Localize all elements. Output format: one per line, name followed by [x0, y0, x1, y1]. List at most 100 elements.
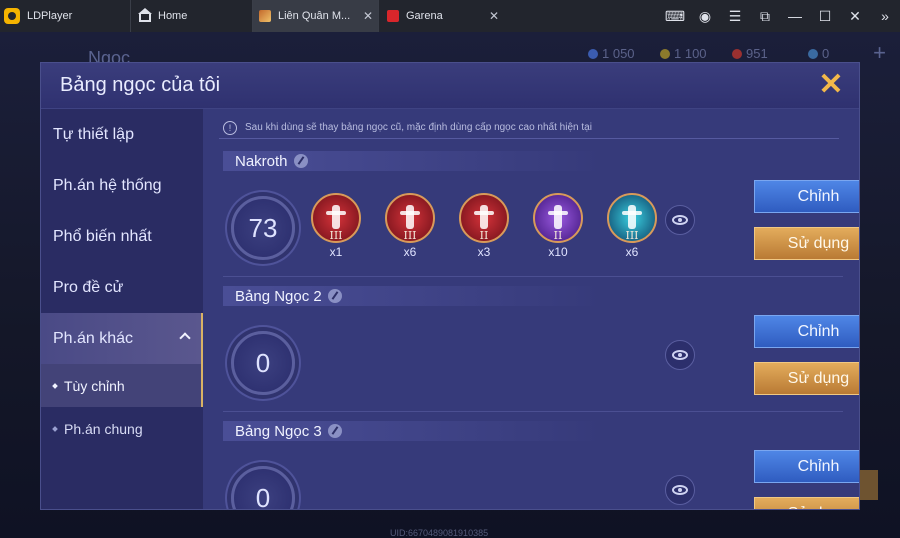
preview-eye-button[interactable] [665, 205, 695, 235]
sidebar-item-popular[interactable]: Phổ biến nhất [41, 211, 203, 262]
eye-icon [672, 215, 688, 225]
tab-label: Home [158, 10, 188, 22]
chevron-up-icon [179, 332, 191, 344]
close-tab-icon[interactable]: ✕ [484, 9, 504, 23]
brand: LDPlayer [0, 0, 130, 32]
rune-pages-content[interactable]: ! Sau khi dùng sẽ thay bảng ngọc cũ, mặc… [203, 109, 859, 510]
rune-count: x3 [477, 245, 491, 259]
resource-gold: 1 100 [660, 46, 707, 61]
purple-rune-icon: II [533, 193, 583, 243]
rename-pencil-icon[interactable] [327, 424, 342, 438]
preview-eye-button[interactable] [665, 340, 695, 370]
restore-icon[interactable]: ⧉ [750, 8, 780, 25]
red-rune-icon: II [459, 193, 509, 243]
resource-voucher: 0 [808, 46, 829, 61]
preview-eye-button[interactable] [665, 475, 695, 505]
edit-page-button[interactable]: Chỉnh [754, 450, 859, 483]
sidebar-item-label: Ph.án khác [53, 329, 134, 347]
rune-page-3: Bảng Ngọc 3 0 Chỉnh Sử dụng [223, 421, 859, 510]
use-page-button[interactable]: Sử dụng [754, 497, 859, 509]
rune-page-dialog: Bảng ngọc của tôi ✕ Tự thiết lập Ph.án h… [40, 62, 860, 510]
sidebar-item-label: Tự thiết lập [53, 125, 134, 143]
rune-tier: III [625, 229, 639, 242]
red-rune-icon: III [385, 193, 435, 243]
page-level: 0 [255, 347, 271, 378]
rune-tier: III [403, 229, 417, 242]
sidebar-subitem-label: Ph.án chung [64, 420, 143, 437]
gamepad-icon[interactable]: ⌨ [660, 8, 690, 25]
rune-slot[interactable]: III x1 [311, 193, 361, 259]
sidebar-item-label: Ph.án hệ thống [53, 176, 162, 194]
menu-icon[interactable]: ☰ [720, 8, 750, 25]
rune-slot[interactable]: II x3 [459, 193, 509, 259]
page-name: Nakroth [235, 152, 288, 170]
rune-tier: II [479, 229, 489, 242]
minimize-icon[interactable]: — [780, 8, 810, 24]
edit-page-button[interactable]: Chỉnh [754, 315, 859, 348]
sidebar-item-custom[interactable]: Tự thiết lập [41, 109, 203, 160]
sidebar-subitem-label: Tùy chỉnh [64, 377, 125, 394]
info-icon: ! [223, 120, 237, 135]
tab-label: Liên Quân M... [278, 10, 351, 22]
background-button [858, 470, 878, 500]
page-name: Bảng Ngọc 3 [235, 422, 322, 440]
dialog-title: Bảng ngọc của tôi [60, 74, 221, 96]
sidebar-subitem-general[interactable]: Ph.án chung [41, 407, 203, 450]
close-icon[interactable]: ✕ [840, 8, 870, 25]
window-controls: ⌨ ◉ ☰ ⧉ — ☐ ✕ » [660, 0, 900, 32]
uid-text: UID:6670489081910385 [390, 528, 489, 538]
sidebar-item-label: Pro đề cử [53, 278, 124, 296]
maximize-icon[interactable]: ☐ [810, 8, 840, 25]
rename-pencil-icon[interactable] [327, 289, 342, 303]
page-title-bar: Bảng Ngọc 2 [223, 286, 603, 306]
rune-tier: II [553, 229, 563, 242]
sidebar-subitem-custom[interactable]: Tùy chỉnh [41, 364, 203, 407]
red-rune-icon: III [311, 193, 361, 243]
bullet-icon [52, 382, 58, 389]
emulator-titlebar: LDPlayer Home Liên Quân M... ✕ Garena ✕ … [0, 0, 900, 32]
rune-count: x6 [403, 245, 417, 259]
user-icon[interactable]: ◉ [690, 8, 720, 25]
notice-bar: ! Sau khi dùng sẽ thay bảng ngọc cũ, mặc… [219, 117, 839, 139]
close-tab-icon[interactable]: ✕ [358, 9, 378, 23]
sidebar-item-system[interactable]: Ph.án hệ thống [41, 160, 203, 211]
tab-label: Garena [406, 10, 443, 22]
divider [223, 411, 843, 412]
edit-page-button[interactable]: Chỉnh [754, 180, 859, 213]
close-dialog-icon[interactable]: ✕ [817, 70, 845, 100]
page-level: 73 [248, 212, 278, 243]
rune-count: x10 [548, 245, 568, 259]
rune-slot[interactable]: III x6 [385, 193, 435, 259]
notice-text: Sau khi dùng sẽ thay bảng ngọc cũ, mặc đ… [245, 122, 592, 133]
add-icon[interactable]: + [873, 40, 886, 66]
tab-garena[interactable]: Garena ✕ [378, 0, 504, 32]
use-page-button[interactable]: Sử dụng [754, 362, 859, 395]
dialog-header: Bảng ngọc của tôi [41, 63, 859, 109]
resource-ruby: 951 [732, 46, 768, 61]
tab-game[interactable]: Liên Quân M... ✕ [252, 0, 378, 32]
rune-slot[interactable]: III x6 [607, 193, 657, 259]
collapse-icon[interactable]: » [870, 8, 900, 24]
divider [223, 276, 843, 277]
page-level-badge: 0 [231, 331, 295, 395]
page-name: Bảng Ngọc 2 [235, 287, 322, 305]
rune-tier: III [329, 229, 343, 242]
rename-pencil-icon[interactable] [293, 154, 308, 168]
sidebar-item-other[interactable]: Ph.án khác [41, 313, 203, 364]
bullet-icon [52, 425, 58, 432]
page-level: 0 [255, 482, 271, 510]
sidebar-item-pro[interactable]: Pro đề cử [41, 262, 203, 313]
rune-slot[interactable]: II x10 [533, 193, 583, 259]
sidebar: Tự thiết lập Ph.án hệ thống Phổ biến nhấ… [41, 109, 203, 509]
use-page-button[interactable]: Sử dụng [754, 227, 859, 260]
rune-page-1: Nakroth 73 III x1 III x6 II x3 II x10 II… [223, 151, 859, 286]
rune-count: x1 [329, 245, 343, 259]
home-icon [138, 8, 152, 22]
game-app-icon [259, 10, 271, 22]
page-level-badge: 73 [231, 196, 295, 260]
page-level-badge: 0 [231, 466, 295, 510]
tab-home[interactable]: Home [130, 0, 252, 32]
eye-icon [672, 485, 688, 495]
resource-coin: 1 050 [588, 46, 635, 61]
eye-icon [672, 350, 688, 360]
